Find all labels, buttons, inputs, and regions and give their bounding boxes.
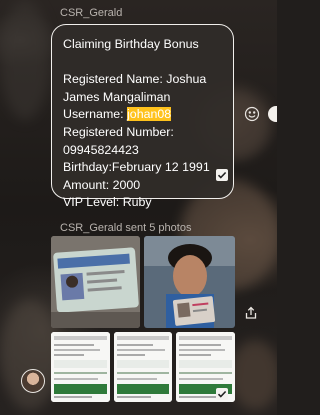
sender-name: CSR_Gerald sent 5 photos [60, 222, 192, 234]
avatar[interactable] [21, 369, 45, 393]
message-line: James Mangaliman [63, 89, 171, 104]
more-actions-icon[interactable] [268, 106, 277, 122]
message-line [63, 54, 223, 72]
sender-name: CSR_Gerald [60, 7, 123, 19]
username-line: Username: johan08 [63, 106, 223, 124]
message-line: Amount: 2000 [63, 177, 141, 192]
photo-thumbnail[interactable] [51, 236, 140, 328]
message-line: VIP Level: Ruby [63, 195, 152, 210]
photo-thumbnail[interactable] [114, 332, 172, 402]
photo-thumbnail[interactable] [51, 332, 110, 402]
message-line: Claiming Birthday Bonus [63, 37, 199, 51]
checkmark-icon [216, 169, 228, 181]
message-bubble[interactable]: Claiming Birthday Bonus Registered Name:… [51, 24, 234, 209]
share-icon[interactable] [243, 305, 259, 321]
checkmark-icon [216, 388, 228, 400]
smiley-icon[interactable] [243, 105, 261, 123]
username-label: Username: [63, 107, 128, 122]
message-line: 09945824423 [63, 142, 139, 157]
username-highlight: johan08 [127, 107, 172, 122]
message-line: Registered Name: Joshua [63, 72, 207, 87]
photo-thumbnail[interactable] [144, 236, 235, 328]
message-line: Birthday:February 12 1991 [63, 160, 210, 175]
message-line: Registered Number: [63, 124, 174, 139]
